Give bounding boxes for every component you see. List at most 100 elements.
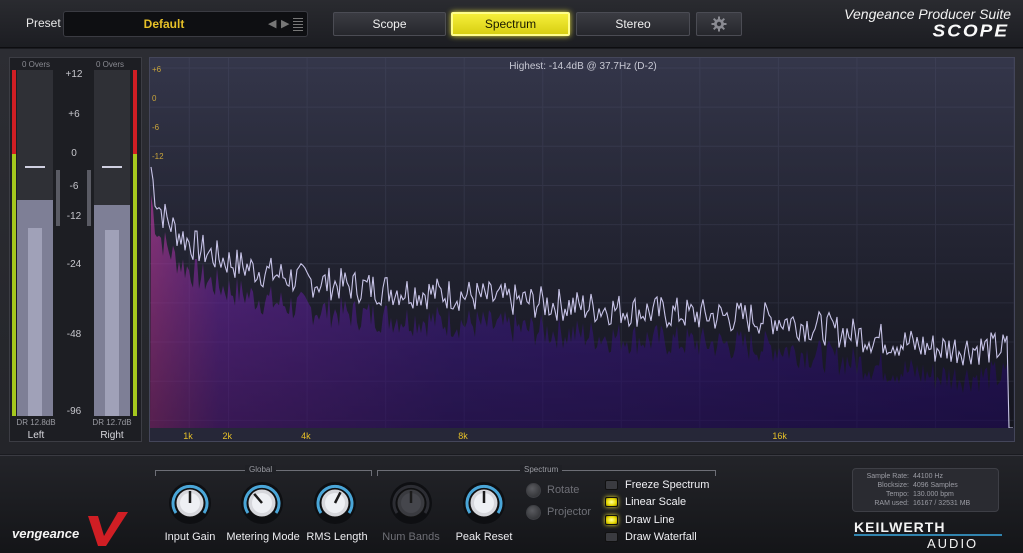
linear-scale-label[interactable]: Linear Scale bbox=[625, 496, 686, 508]
right-meter bbox=[94, 70, 130, 416]
rotate-label: Rotate bbox=[547, 484, 580, 496]
num-bands-knob[interactable] bbox=[389, 481, 433, 525]
right-meter-rms bbox=[105, 230, 119, 416]
spectrum-shade bbox=[150, 58, 1014, 428]
right-dr-value: DR 12.7dB bbox=[92, 418, 132, 427]
projector-label: Projector bbox=[547, 506, 592, 518]
projector-knob[interactable] bbox=[526, 505, 541, 520]
info-row: Tempo: 130.000 bpm bbox=[853, 491, 993, 498]
info-value: 16167 / 32531 MB bbox=[913, 500, 971, 507]
right-green-zone bbox=[133, 154, 137, 416]
highest-peak-readout: Highest: -14.4dB @ 37.7Hz (D-2) bbox=[509, 61, 657, 72]
group-tick bbox=[377, 470, 378, 476]
peak-reset-knob[interactable] bbox=[462, 481, 506, 525]
svg-text:vengeance: vengeance bbox=[12, 526, 79, 541]
keilwerth-logo-text: KEILWERTH bbox=[854, 519, 945, 535]
draw-line-label[interactable]: Draw Line bbox=[625, 514, 675, 526]
freq-tick-label: 2k bbox=[223, 431, 233, 441]
top-bar: Preset Default ◀ ▶ Scope Spectrum Stereo… bbox=[0, 0, 1023, 48]
keilwerth-audio-logo: KEILWERTH AUDIO bbox=[854, 519, 1002, 550]
meter-scale-label: 0 bbox=[71, 148, 77, 159]
right-peak-hold bbox=[102, 165, 122, 168]
info-key: RAM used: bbox=[874, 500, 909, 507]
meter-scale-label: -12 bbox=[66, 211, 82, 222]
spectrum-group-title: Spectrum bbox=[520, 465, 563, 474]
global-group-title: Global bbox=[245, 465, 277, 474]
tab-stereo[interactable]: Stereo bbox=[576, 12, 690, 36]
settings-button[interactable] bbox=[696, 12, 742, 36]
left-meter bbox=[17, 70, 53, 416]
left-red-zone bbox=[12, 70, 16, 154]
meter-scale-label: +6 bbox=[68, 109, 80, 120]
knob-graphic bbox=[390, 482, 432, 524]
freq-tick-label: 1k bbox=[183, 431, 193, 441]
db-tick-label: -12 bbox=[152, 152, 164, 161]
draw-waterfall-label[interactable]: Draw Waterfall bbox=[625, 531, 697, 543]
system-info-panel: Sample Rate: 44100 Hz Blocksize: 4096 Samp… bbox=[852, 468, 999, 512]
group-tick bbox=[715, 470, 716, 476]
scope-logo: SCOPE bbox=[932, 22, 1009, 41]
rotate-knob[interactable] bbox=[526, 483, 541, 498]
knob-graphic bbox=[314, 482, 356, 524]
metering-mode-knob[interactable] bbox=[240, 481, 284, 525]
vengeance-v-logo-icon: vengeance bbox=[12, 512, 128, 546]
freq-tick-label: 4k bbox=[301, 431, 311, 441]
info-row: Sample Rate: 44100 Hz bbox=[853, 473, 993, 480]
linear-scale-toggle[interactable] bbox=[605, 497, 618, 507]
control-bar: vengeance Global Spectrum Input Gain Met… bbox=[0, 455, 1023, 553]
x-axis-strip bbox=[150, 428, 1014, 441]
freeze-spectrum-toggle[interactable] bbox=[605, 480, 618, 490]
freeze-spectrum-label[interactable]: Freeze Spectrum bbox=[625, 479, 709, 491]
preset-selector[interactable]: Default ◀ ▶ bbox=[63, 11, 308, 37]
left-meter-rms bbox=[28, 228, 42, 416]
input-gain-knob[interactable] bbox=[168, 481, 212, 525]
info-value: 130.000 bpm bbox=[913, 491, 954, 498]
knob-graphic bbox=[241, 482, 283, 524]
meter-scale-label: -48 bbox=[66, 329, 82, 340]
main-panel: 0 Overs 0 Overs +12 +6 0 -6 -12 -24 -48 … bbox=[0, 49, 1023, 454]
right-overs[interactable]: 0 Overs bbox=[96, 60, 124, 69]
info-key: Sample Rate: bbox=[866, 473, 909, 480]
group-tick bbox=[371, 470, 372, 476]
triangle-left-icon[interactable]: ◀ bbox=[268, 17, 276, 30]
left-green-zone bbox=[12, 154, 16, 416]
tab-spectrum[interactable]: Spectrum bbox=[451, 12, 570, 36]
right-channel-label: Right bbox=[100, 430, 124, 441]
db-tick-label: 0 bbox=[152, 94, 157, 103]
spectrum-chart: +60-6-121k 2k 4k 8k 16k bbox=[150, 58, 1014, 441]
suite-title: Vengeance Producer Suite bbox=[844, 6, 1011, 22]
preset-name[interactable]: Default bbox=[64, 17, 264, 31]
triangle-right-icon[interactable]: ▶ bbox=[281, 17, 289, 30]
spectrum-display[interactable]: +6 0 -6 -12 1k 2k 4k 8k 16k Highest: -14.4dB @ 3… bbox=[149, 57, 1015, 442]
left-dr-value: DR 12.8dB bbox=[16, 418, 56, 427]
info-row: RAM used: 16167 / 32531 MB bbox=[853, 500, 993, 507]
left-peak-hold bbox=[25, 165, 45, 168]
info-key: Blocksize: bbox=[877, 482, 909, 489]
freq-tick-label: 16k bbox=[772, 431, 787, 441]
peak-reset-label: Peak Reset bbox=[455, 531, 513, 543]
knob-graphic bbox=[463, 482, 505, 524]
draw-waterfall-toggle[interactable] bbox=[605, 532, 618, 542]
knob-graphic bbox=[169, 482, 211, 524]
db-tick-label: -6 bbox=[152, 123, 160, 132]
draw-line-toggle[interactable] bbox=[605, 515, 618, 525]
list-icon[interactable] bbox=[293, 18, 303, 31]
group-tick bbox=[155, 470, 156, 476]
tab-scope[interactable]: Scope bbox=[333, 12, 446, 36]
meter-scale-label: +12 bbox=[65, 69, 83, 80]
level-meters: 0 Overs 0 Overs +12 +6 0 -6 -12 -24 -48 … bbox=[9, 57, 142, 442]
left-channel-label: Left bbox=[27, 430, 45, 441]
meter-scale-label: -96 bbox=[66, 406, 82, 417]
freq-tick-label: 8k bbox=[458, 431, 468, 441]
info-row: Blocksize: 4096 Samples bbox=[853, 482, 993, 489]
gear-icon bbox=[711, 16, 727, 32]
info-value: 4096 Samples bbox=[913, 482, 958, 489]
audio-logo-text: AUDIO bbox=[927, 536, 978, 550]
rms-length-knob[interactable] bbox=[313, 481, 357, 525]
meter-scale-label: -24 bbox=[66, 259, 82, 270]
left-overs[interactable]: 0 Overs bbox=[22, 60, 50, 69]
meter-scale-label: -6 bbox=[69, 181, 79, 192]
info-value: 44100 Hz bbox=[913, 473, 943, 480]
preset-label: Preset bbox=[26, 16, 61, 30]
right-red-zone bbox=[133, 70, 137, 154]
